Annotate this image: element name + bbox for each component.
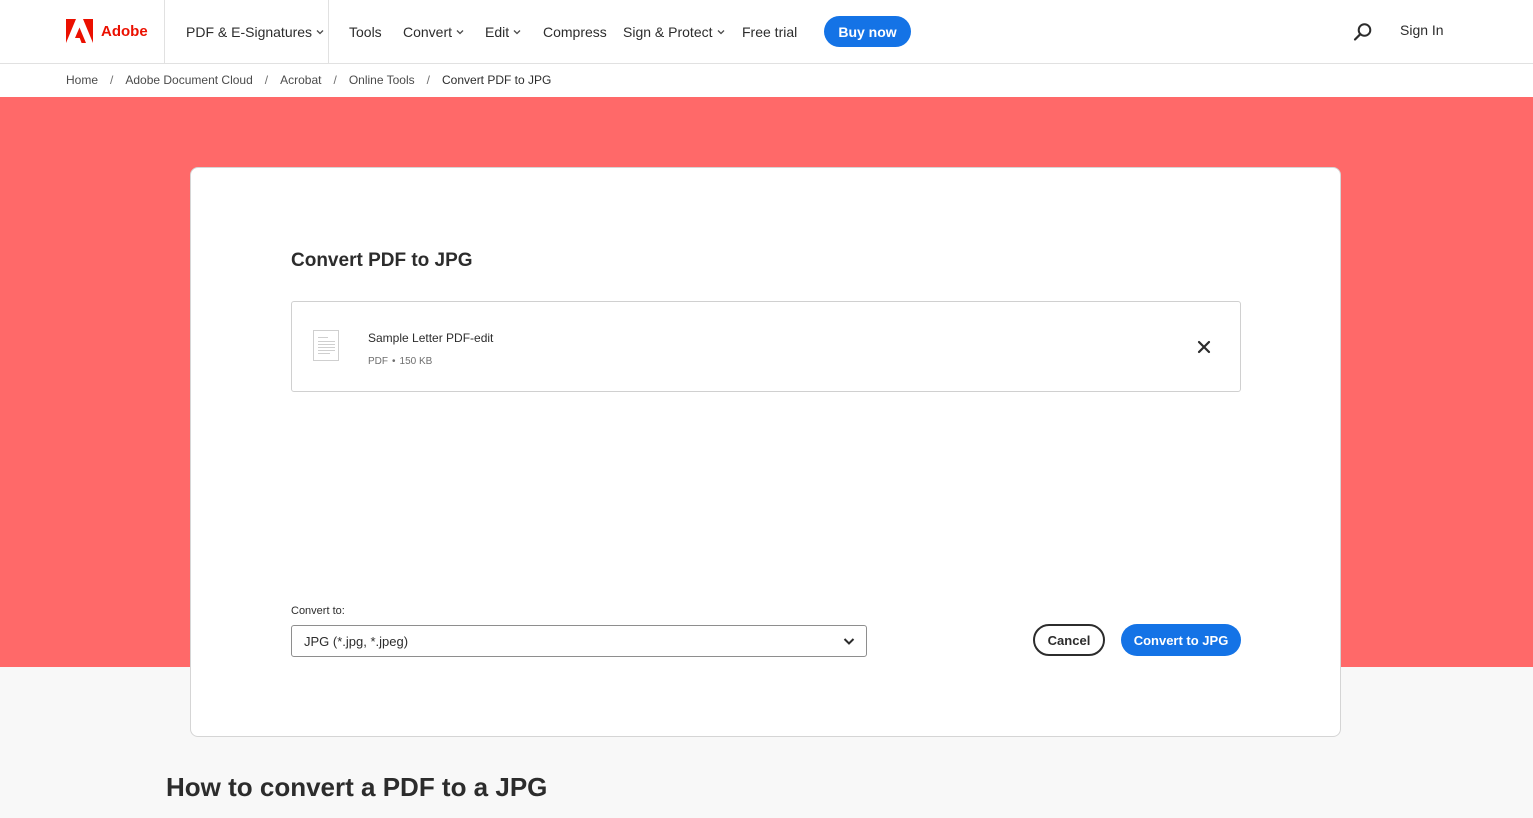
chevron-down-icon [717, 30, 724, 35]
file-size: 150 KB [399, 356, 433, 367]
nav-item-label: Tools [349, 24, 382, 40]
chevron-down-icon [316, 30, 324, 35]
adobe-logo[interactable]: Adobe [66, 19, 148, 43]
adobe-wordmark: Adobe [101, 22, 148, 40]
breadcrumb: Home / Adobe Document Cloud / Acrobat / … [0, 64, 1533, 97]
nav-item-sign-protect[interactable]: Sign & Protect [623, 24, 725, 40]
file-meta: PDF • 150 KB [368, 356, 432, 367]
sign-in-link[interactable]: Sign In [1400, 22, 1444, 38]
nav-item-compress[interactable]: Compress [543, 24, 607, 40]
close-icon [1197, 340, 1211, 354]
nav-item-convert[interactable]: Convert [403, 24, 464, 40]
nav-divider [164, 0, 165, 63]
search-button[interactable] [1353, 22, 1373, 42]
convert-card: Convert PDF to JPG Sample Letter PDF-edi… [190, 167, 1341, 737]
file-name: Sample Letter PDF-edit [368, 331, 494, 345]
breadcrumb-separator: / [110, 73, 114, 87]
buy-now-button[interactable]: Buy now [824, 16, 911, 47]
adobe-logo-icon [66, 19, 93, 43]
chevron-down-icon [513, 30, 521, 35]
nav-item-label: Convert [403, 24, 453, 40]
format-select[interactable]: JPG (*.jpg, *.jpeg) [291, 625, 867, 657]
nav-item-label: Sign & Protect [623, 24, 713, 40]
file-type: PDF [368, 356, 388, 367]
nav-item-label: Edit [485, 24, 510, 40]
format-selected-value: JPG (*.jpg, *.jpeg) [304, 634, 409, 649]
section-heading: How to convert a PDF to a JPG [166, 772, 548, 802]
product-menu[interactable]: PDF & E-Signatures [186, 24, 324, 40]
nav-item-tools[interactable]: Tools [349, 24, 382, 40]
chevron-down-icon [456, 30, 464, 35]
breadcrumb-separator: / [426, 73, 430, 87]
breadcrumb-document-cloud[interactable]: Adobe Document Cloud [125, 73, 252, 87]
breadcrumb-separator: / [264, 73, 269, 87]
top-navigation: Adobe PDF & E-Signatures Tools Convert E… [0, 0, 1533, 64]
page-title: Convert PDF to JPG [291, 250, 473, 271]
breadcrumb-current: Convert PDF to JPG [442, 73, 552, 87]
nav-item-label: Free trial [742, 24, 798, 40]
nav-divider [328, 0, 329, 63]
meta-dot: • [392, 356, 396, 367]
uploaded-file: Sample Letter PDF-edit PDF • 150 KB [291, 301, 1241, 392]
product-menu-label: PDF & E-Signatures [186, 24, 313, 40]
nav-item-label: Compress [543, 24, 607, 40]
remove-file-button[interactable] [1195, 338, 1213, 356]
convert-to-label: Convert to: [291, 605, 345, 617]
cancel-button[interactable]: Cancel [1033, 624, 1105, 656]
breadcrumb-separator: / [333, 73, 337, 87]
nav-item-free-trial[interactable]: Free trial [742, 24, 797, 40]
nav-item-edit[interactable]: Edit [485, 24, 521, 40]
file-thumbnail-icon [313, 330, 339, 361]
chevron-down-icon [843, 638, 855, 645]
breadcrumb-home[interactable]: Home [66, 73, 98, 87]
convert-to-jpg-button[interactable]: Convert to JPG [1121, 624, 1241, 656]
search-icon [1353, 23, 1372, 41]
breadcrumb-acrobat[interactable]: Acrobat [280, 73, 321, 87]
breadcrumb-online-tools[interactable]: Online Tools [349, 73, 415, 87]
